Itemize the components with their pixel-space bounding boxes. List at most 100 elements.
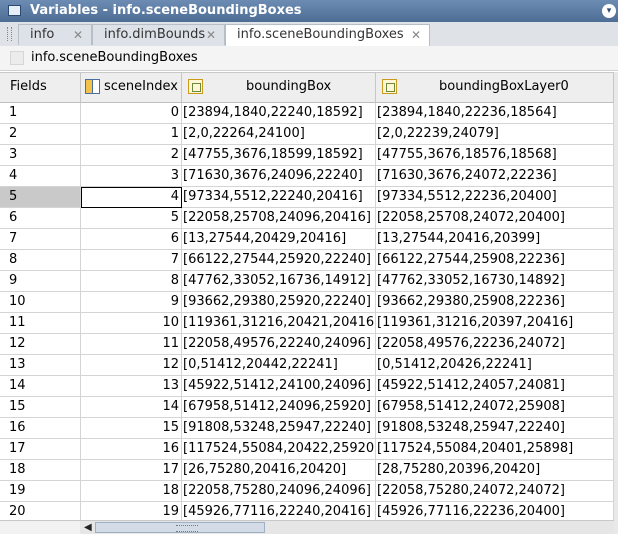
row-number[interactable]: 14 (0, 376, 81, 397)
cell-boundingboxlayer0[interactable]: [93662,29380,25908,22236] (376, 292, 614, 313)
cell-sceneindex[interactable]: 13 (81, 376, 182, 397)
cell-boundingboxlayer0[interactable]: [67958,51412,24072,25908] (376, 397, 614, 418)
row-number[interactable]: 15 (0, 397, 81, 418)
close-icon[interactable]: ✕ (206, 28, 216, 42)
cell-boundingbox[interactable]: [22058,49576,22240,24096] (182, 334, 376, 355)
cell-boundingboxlayer0[interactable]: [47755,3676,18576,18568] (376, 145, 614, 166)
cell-sceneindex[interactable]: 5 (81, 208, 182, 229)
table-row[interactable]: 18 17 [26,75280,20416,20420] [28,75280,2039… (0, 460, 614, 481)
tab-info-scenebounding-boxes[interactable]: info.sceneBoundingBoxes ✕ (225, 24, 430, 47)
table-row[interactable]: 19 18 [22058,75280,24096,24096] [22058,7528… (0, 481, 614, 502)
table-row[interactable]: 6 5 [22058,25708,24096,20416] [22058,25708,… (0, 208, 614, 229)
horizontal-scrollbar[interactable]: ◀ (80, 520, 614, 534)
table-row[interactable]: 5 4 [97334,5512,22240,20416] [97334,5512,22… (0, 187, 614, 208)
fields-header[interactable]: Fields (0, 73, 81, 103)
cell-boundingboxlayer0[interactable]: [13,27544,20416,20399] (376, 229, 614, 250)
cell-sceneindex[interactable]: 15 (81, 418, 182, 439)
row-number[interactable]: 9 (0, 271, 81, 292)
cell-sceneindex[interactable]: 14 (81, 397, 182, 418)
cell-boundingbox[interactable]: [71630,3676,24096,22240] (182, 166, 376, 187)
cell-sceneindex[interactable]: 8 (81, 271, 182, 292)
cell-sceneindex[interactable]: 3 (81, 166, 182, 187)
horizontal-scroll-thumb[interactable] (95, 522, 265, 533)
cell-sceneindex[interactable]: 4 (81, 187, 182, 208)
table-row[interactable]: 11 10 [119361,31216,20421,20416] [119361,31… (0, 313, 614, 334)
table-row[interactable]: 1 0 [23894,1840,22240,18592] [23894,1840,22… (0, 103, 614, 124)
row-number[interactable]: 16 (0, 418, 81, 439)
cell-sceneindex[interactable]: 1 (81, 124, 182, 145)
cell-sceneindex[interactable]: 11 (81, 334, 182, 355)
cell-boundingboxlayer0[interactable]: [22058,49576,22236,24072] (376, 334, 614, 355)
row-number[interactable]: 6 (0, 208, 81, 229)
cell-boundingboxlayer0[interactable]: [28,75280,20396,20420] (376, 460, 614, 481)
row-number[interactable]: 10 (0, 292, 81, 313)
cell-boundingbox[interactable]: [26,75280,20416,20420] (182, 460, 376, 481)
tab-info[interactable]: info ✕ (18, 24, 92, 45)
cell-boundingboxlayer0[interactable]: [47762,33052,16730,14892] (376, 271, 614, 292)
cell-boundingboxlayer0[interactable]: [97334,5512,22236,20400] (376, 187, 614, 208)
table-row[interactable]: 14 13 [45922,51412,24100,24096] [45922,5141… (0, 376, 614, 397)
cell-boundingboxlayer0[interactable]: [91808,53248,25947,22240] (376, 418, 614, 439)
cell-boundingbox[interactable]: [117524,55084,20422,25920] (182, 439, 376, 460)
cell-boundingbox[interactable]: [47755,3676,18599,18592] (182, 145, 376, 166)
cell-sceneindex[interactable]: 0 (81, 103, 182, 124)
table-row[interactable]: 4 3 [71630,3676,24096,22240] [71630,3676,24… (0, 166, 614, 187)
row-number[interactable]: 20 (0, 502, 81, 521)
cell-boundingbox[interactable]: [91808,53248,25947,22240] (182, 418, 376, 439)
row-number[interactable]: 13 (0, 355, 81, 376)
cell-boundingboxlayer0[interactable]: [0,51412,20426,22241] (376, 355, 614, 376)
cell-sceneindex[interactable]: 17 (81, 460, 182, 481)
table-row[interactable]: 3 2 [47755,3676,18599,18592] [47755,3676,18… (0, 145, 614, 166)
cell-boundingboxlayer0[interactable]: [23894,1840,22236,18564] (376, 103, 614, 124)
cell-sceneindex[interactable]: 7 (81, 250, 182, 271)
row-number[interactable]: 1 (0, 103, 81, 124)
cell-boundingboxlayer0[interactable]: [22058,25708,24072,20400] (376, 208, 614, 229)
cell-boundingbox[interactable]: [45926,77116,22240,20416] (182, 502, 376, 521)
close-icon[interactable]: ✕ (73, 28, 83, 42)
cell-sceneindex[interactable]: 9 (81, 292, 182, 313)
row-number[interactable]: 19 (0, 481, 81, 502)
table-row[interactable]: 17 16 [117524,55084,20422,25920] [117524,55… (0, 439, 614, 460)
tab-strip-grip-icon[interactable] (7, 27, 12, 41)
cell-boundingbox[interactable]: [45922,51412,24100,24096] (182, 376, 376, 397)
cell-sceneindex[interactable]: 10 (81, 313, 182, 334)
row-number[interactable]: 17 (0, 439, 81, 460)
cell-boundingbox[interactable]: [0,51412,20442,22241] (182, 355, 376, 376)
cell-boundingbox[interactable]: [67958,51412,24096,25920] (182, 397, 376, 418)
row-number[interactable]: 4 (0, 166, 81, 187)
vertical-scrollbar[interactable] (614, 72, 618, 534)
table-row[interactable]: 20 19 [45926,77116,22240,20416] [45926,7711… (0, 502, 614, 521)
row-number[interactable]: 11 (0, 313, 81, 334)
cell-boundingboxlayer0[interactable]: [119361,31216,20397,20416] (376, 313, 614, 334)
cell-boundingboxlayer0[interactable]: [45926,77116,22236,20400] (376, 502, 614, 521)
close-icon[interactable]: ✕ (411, 28, 421, 42)
cell-sceneindex[interactable]: 16 (81, 439, 182, 460)
table-row[interactable]: 16 15 [91808,53248,25947,22240] [91808,5324… (0, 418, 614, 439)
cell-boundingbox[interactable]: [23894,1840,22240,18592] (182, 103, 376, 124)
table-row[interactable]: 2 1 [2,0,22264,24100] [2,0,22239,24079] (0, 124, 614, 145)
cell-sceneindex[interactable]: 19 (81, 502, 182, 521)
cell-boundingboxlayer0[interactable]: [2,0,22239,24079] (376, 124, 614, 145)
cell-boundingboxlayer0[interactable]: [45922,51412,24057,24081] (376, 376, 614, 397)
row-number[interactable]: 7 (0, 229, 81, 250)
cell-sceneindex[interactable]: 2 (81, 145, 182, 166)
cell-boundingbox[interactable]: [47762,33052,16736,14912] (182, 271, 376, 292)
cell-boundingbox[interactable]: [2,0,22264,24100] (182, 124, 376, 145)
tab-info-dimbounds[interactable]: info.dimBounds ✕ (92, 24, 225, 45)
table-row[interactable]: 12 11 [22058,49576,22240,24096] [22058,4957… (0, 334, 614, 355)
cell-boundingbox[interactable]: [97334,5512,22240,20416] (182, 187, 376, 208)
cell-boundingboxlayer0[interactable]: [117524,55084,20401,25898] (376, 439, 614, 460)
window-menu-icon[interactable]: ▾ (602, 4, 616, 18)
cell-boundingbox[interactable]: [66122,27544,25920,22240] (182, 250, 376, 271)
cell-boundingboxlayer0[interactable]: [66122,27544,25908,22236] (376, 250, 614, 271)
cell-boundingbox[interactable]: [93662,29380,25920,22240] (182, 292, 376, 313)
row-number[interactable]: 18 (0, 460, 81, 481)
column-header-boundingboxlayer0[interactable]: boundingBoxLayer0 (376, 73, 614, 103)
table-row[interactable]: 10 9 [93662,29380,25920,22240] [93662,29380… (0, 292, 614, 313)
cell-boundingboxlayer0[interactable]: [22058,75280,24072,24072] (376, 481, 614, 502)
cell-boundingbox[interactable]: [22058,75280,24096,24096] (182, 481, 376, 502)
table-row[interactable]: 9 8 [47762,33052,16736,14912] [47762,33052,… (0, 271, 614, 292)
cell-sceneindex[interactable]: 18 (81, 481, 182, 502)
row-number[interactable]: 5 (0, 187, 81, 208)
column-header-boundingbox[interactable]: boundingBox (182, 73, 376, 103)
